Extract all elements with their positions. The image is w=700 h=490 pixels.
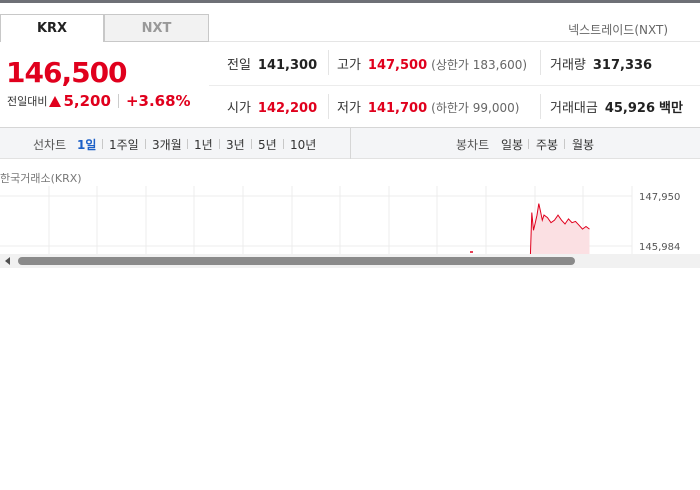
stat-label: 전일 <box>227 58 251 73</box>
exchange-label: 한국거래소(KRX) <box>0 172 82 185</box>
stats-col-divider <box>540 50 541 75</box>
period-10y[interactable]: 10년 <box>290 136 316 153</box>
stat-high: 고가 147,500 (상한가 183,600) <box>337 54 527 73</box>
tab-krx[interactable]: KRX <box>0 14 104 42</box>
change-label: 전일대비 <box>7 95 48 108</box>
stat-open: 시가 142,200 <box>227 97 317 116</box>
period-bar: 선차트 1일 1주일 3개월 1년 3년 5년 10년 봉차트 일봉 주봉 월봉 <box>0 127 700 159</box>
stat-prev-close: 전일 141,300 <box>227 54 317 73</box>
period-3y[interactable]: 3년 <box>226 136 245 153</box>
period-separator <box>251 139 252 149</box>
period-separator <box>219 139 220 149</box>
period-daily-candle[interactable]: 일봉 <box>501 136 523 153</box>
stats-col-divider <box>540 94 541 119</box>
scroll-left-arrow-icon[interactable] <box>5 257 10 265</box>
stat-label: 거래량 <box>550 58 586 73</box>
period-monthly-candle[interactable]: 월봉 <box>572 136 594 153</box>
y-axis-label: 145,984 <box>639 242 680 253</box>
period-1w[interactable]: 1주일 <box>109 136 139 153</box>
y-axis-label: 147,950 <box>639 192 680 203</box>
stats-col-divider <box>328 94 329 119</box>
line-chart-title: 선차트 <box>33 138 67 152</box>
top-border <box>0 0 700 3</box>
stat-label: 거래대금 <box>550 101 598 116</box>
stats-col-divider <box>328 50 329 75</box>
nxt-link[interactable]: 넥스트레이드(NXT) <box>568 21 668 38</box>
stat-volume: 거래량 317,336 <box>550 54 652 73</box>
candle-chart-title: 봉차트 <box>456 138 490 152</box>
period-separator <box>187 139 188 149</box>
period-weekly-candle[interactable]: 주봉 <box>536 136 558 153</box>
change-value: 5,200 <box>63 92 111 110</box>
stat-turnover: 거래대금 45,926 백만 <box>550 97 683 116</box>
period-5y[interactable]: 5년 <box>258 136 277 153</box>
upper-limit: (상한가 183,600) <box>431 58 528 72</box>
stat-value: 45,926 <box>604 101 656 116</box>
up-arrow-icon <box>49 95 62 107</box>
change-row: 전일대비 5,200 +3.68% <box>7 92 191 110</box>
stat-unit: 백만 <box>659 101 683 116</box>
period-separator <box>102 139 103 149</box>
current-price: 146,500 <box>6 56 128 89</box>
price-chart: 147,950 145,984 <box>0 186 680 256</box>
lower-limit: (하한가 99,000) <box>431 101 520 115</box>
stat-value: 141,700 <box>367 101 428 116</box>
change-separator <box>117 94 119 108</box>
period-separator <box>564 139 565 149</box>
stat-label: 고가 <box>337 58 361 73</box>
stat-low: 저가 141,700 (하한가 99,000) <box>337 97 519 116</box>
chart-scrollbar-thumb[interactable] <box>18 257 575 265</box>
tab-nxt[interactable]: NXT <box>104 14 209 42</box>
period-1d[interactable]: 1일 <box>77 136 96 153</box>
change-percent: +3.68% <box>125 92 191 110</box>
price-area-fill <box>530 203 590 256</box>
stat-value: 147,500 <box>367 58 428 73</box>
period-separator <box>528 139 529 149</box>
period-3m[interactable]: 3개월 <box>152 136 182 153</box>
period-separator <box>283 139 284 149</box>
stat-label: 저가 <box>337 101 361 116</box>
period-separator <box>145 139 146 149</box>
stat-value: 142,200 <box>257 101 318 116</box>
stat-value: 141,300 <box>257 58 318 73</box>
period-bar-divider <box>350 128 351 159</box>
stat-label: 시가 <box>227 101 251 116</box>
stat-value: 317,336 <box>592 58 653 73</box>
stats-row-divider <box>209 85 700 86</box>
period-1y[interactable]: 1년 <box>194 136 213 153</box>
tab-divider <box>209 41 700 42</box>
